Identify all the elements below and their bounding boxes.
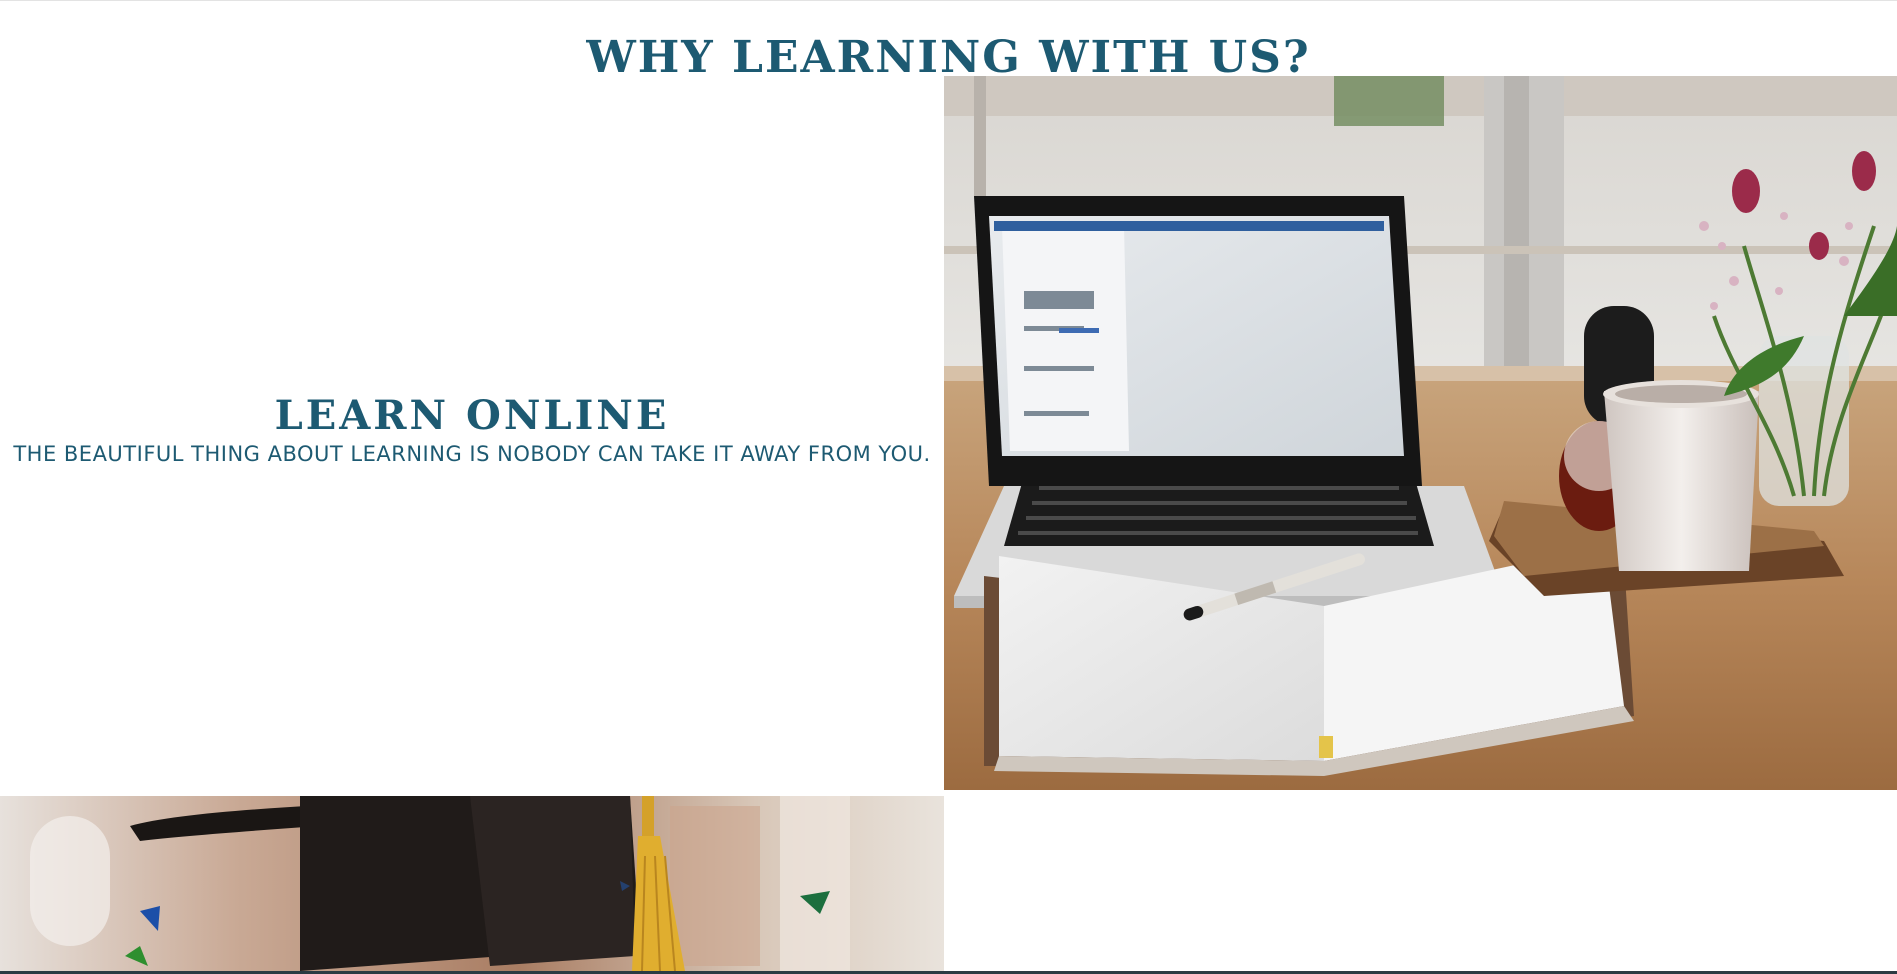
- graduation-cap-photo: [0, 796, 944, 971]
- feature-description: THE BEAUTIFUL THING ABOUT LEARNING IS NO…: [13, 442, 931, 466]
- feature-heading: LEARN ONLINE: [274, 392, 670, 439]
- laptop-desk-photo: [944, 76, 1897, 790]
- feature-learn-online: LEARN ONLINE THE BEAUTIFUL THING ABOUT L…: [0, 76, 944, 790]
- empty-panel: [944, 796, 1897, 971]
- page: WHY LEARNING WITH US? LEARN ONLINE THE B…: [0, 0, 1897, 974]
- laptop-desk-illustration: [944, 76, 1897, 790]
- graduation-illustration: [0, 796, 944, 971]
